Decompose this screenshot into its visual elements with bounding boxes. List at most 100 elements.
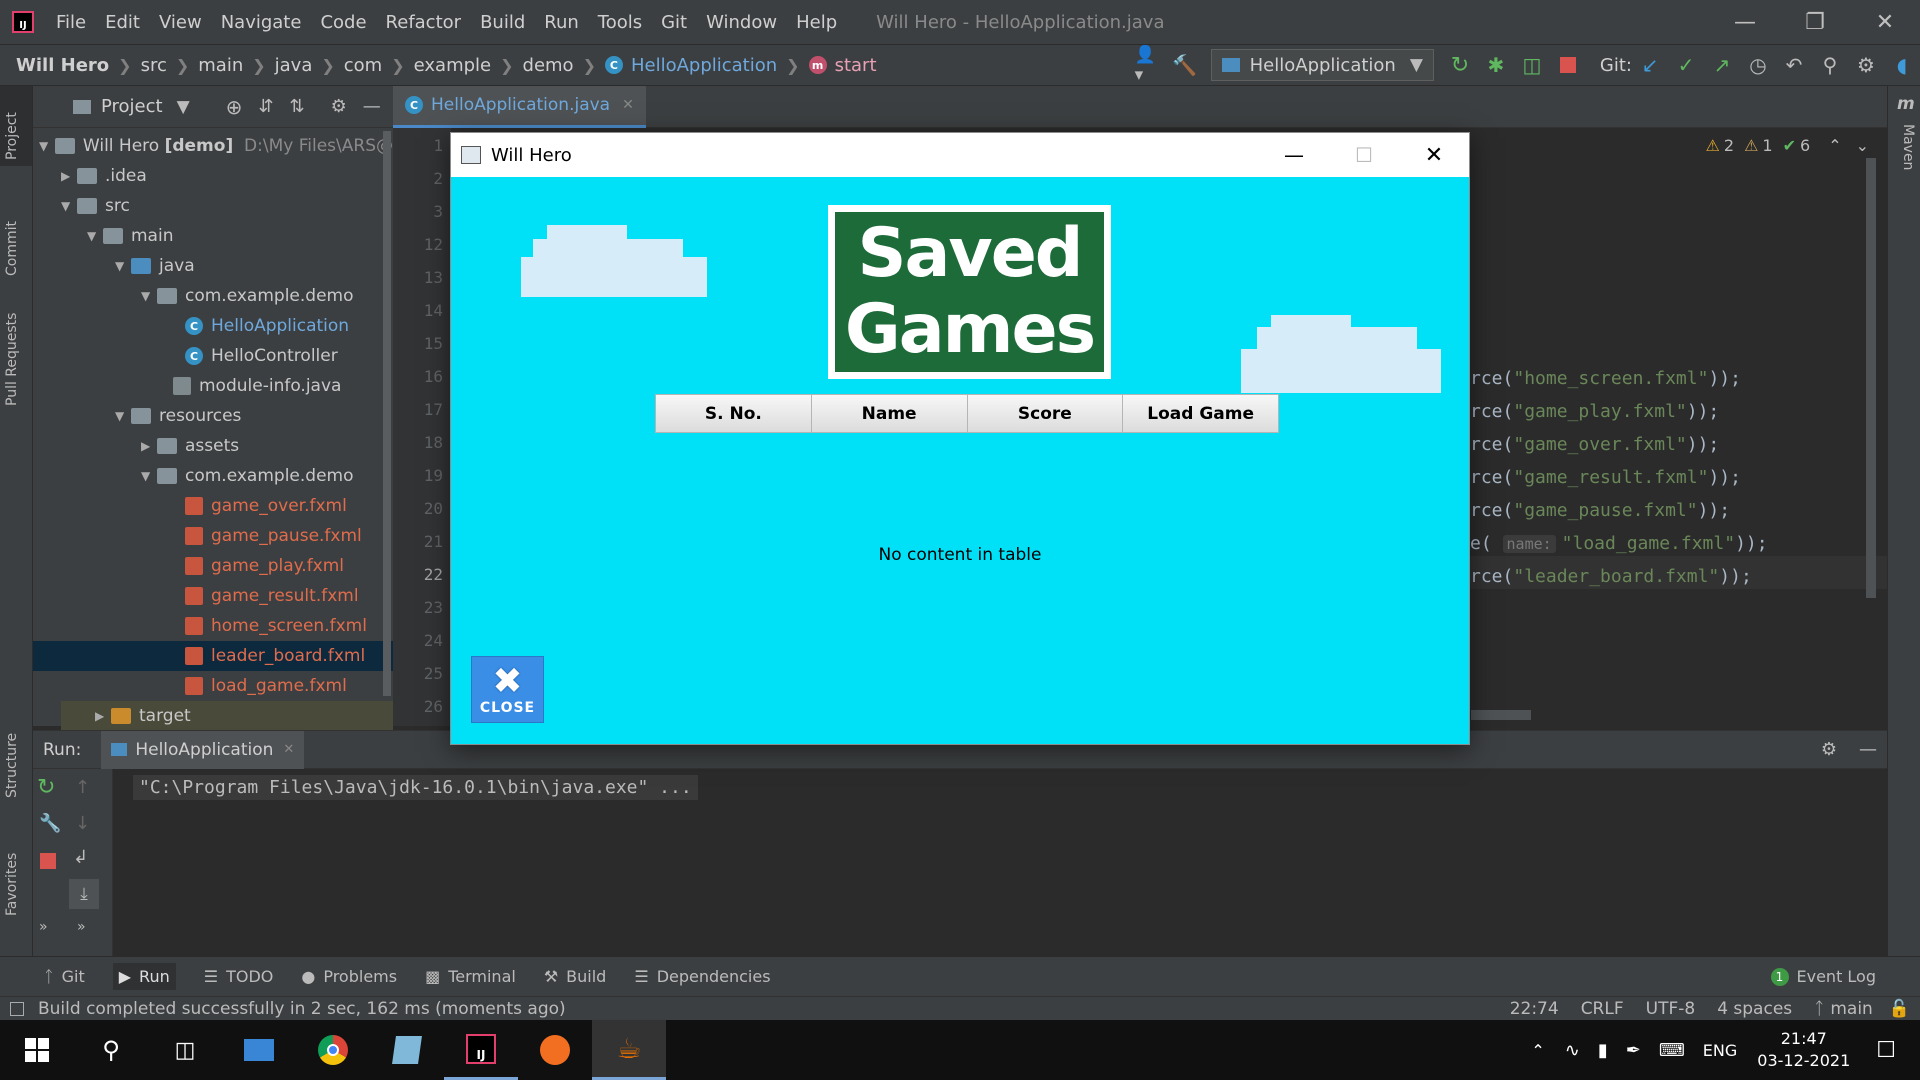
tree-item-hellocontroller[interactable]: C HelloController xyxy=(185,341,338,371)
menu-git[interactable]: Git xyxy=(661,12,687,33)
git-branch[interactable]: main xyxy=(1830,999,1872,1019)
tree-item-main[interactable]: ▼ main xyxy=(87,221,173,251)
tree-item-fxml[interactable]: home_screen.fxml xyxy=(185,611,367,641)
tree-item-module-info[interactable]: module-info.java xyxy=(173,371,341,401)
coverage-icon[interactable]: ◫ xyxy=(1518,51,1546,79)
chevron-down-icon[interactable]: ▼ xyxy=(177,97,190,117)
keyboard-icon[interactable]: ⌨ xyxy=(1659,1040,1685,1061)
battery-icon[interactable]: ▮ xyxy=(1598,1040,1608,1061)
input-language[interactable]: ENG xyxy=(1703,1041,1737,1060)
clock[interactable]: 21:47 03-12-2021 xyxy=(1757,1028,1850,1072)
chevron-down-icon[interactable]: ⌄ xyxy=(1856,136,1869,155)
rollback-icon[interactable]: ↶ xyxy=(1780,51,1808,79)
settings-gear-icon[interactable]: ⚙ xyxy=(1852,51,1880,79)
file-encoding[interactable]: UTF-8 xyxy=(1646,999,1696,1019)
breadcrumb-class[interactable]: HelloApplication xyxy=(631,55,777,76)
locate-icon[interactable]: ⊕ xyxy=(226,95,243,119)
menu-tools[interactable]: Tools xyxy=(598,12,642,33)
column-load-game[interactable]: Load Game xyxy=(1123,395,1278,432)
tree-item-helloapplication[interactable]: C HelloApplication xyxy=(185,311,349,341)
history-clock-icon[interactable]: ◷ xyxy=(1744,51,1772,79)
tree-item-res-package[interactable]: ▼ com.example.demo xyxy=(141,461,354,491)
plugin-icon[interactable]: ◖ xyxy=(1888,51,1916,79)
close-button[interactable]: ✖ CLOSE xyxy=(471,656,544,723)
soft-wrap-icon[interactable]: ↲ xyxy=(73,847,88,868)
settings-gear-icon[interactable]: ⚙ xyxy=(1821,739,1837,760)
stop-icon[interactable] xyxy=(40,853,56,869)
tree-item-target[interactable]: ▶ target xyxy=(61,701,393,731)
search-icon[interactable]: ⚲ xyxy=(1816,51,1844,79)
tree-item-fxml-selected[interactable]: leader_board.fxml xyxy=(33,641,393,671)
lock-icon[interactable]: 🔓 xyxy=(1889,999,1910,1019)
user-icon[interactable]: 👤▾ xyxy=(1135,45,1163,85)
menu-help[interactable]: Help xyxy=(796,12,837,33)
tool-tab-maven[interactable]: Maven xyxy=(1900,124,1916,170)
menu-code[interactable]: Code xyxy=(320,12,366,33)
settings-gear-icon[interactable]: ⚙ xyxy=(331,96,347,117)
minimize-icon[interactable]: — xyxy=(1710,10,1780,35)
tree-item-idea[interactable]: ▶ . idea xyxy=(61,161,147,191)
tool-problems[interactable]: ● Problems xyxy=(301,967,397,986)
tree-item-fxml[interactable]: game_result.fxml xyxy=(185,581,359,611)
project-panel-title[interactable]: Project xyxy=(101,96,163,117)
scrollbar[interactable] xyxy=(1866,158,1876,598)
editor-tab-helloapplication[interactable]: C HelloApplication.java ✕ xyxy=(393,85,646,128)
expand-all-icon[interactable]: ⇵ xyxy=(258,96,273,117)
close-tab-icon[interactable]: ✕ xyxy=(283,742,294,757)
build-hammer-icon[interactable]: 🔨 xyxy=(1171,51,1199,79)
inspection-widget[interactable]: ⚠ 2 ⚠ 1 ✔ 6 ⌃ ⌄ xyxy=(1706,136,1869,155)
column-score[interactable]: Score xyxy=(968,395,1124,432)
hide-panel-icon[interactable]: — xyxy=(1859,739,1877,760)
event-log-button[interactable]: 1 Event Log xyxy=(1770,967,1876,986)
tree-item-fxml[interactable]: load_game.fxml xyxy=(185,671,347,701)
tree-item-assets[interactable]: ▶ assets xyxy=(141,431,239,461)
chevron-up-icon[interactable]: ⌃ xyxy=(1828,136,1841,155)
tool-git[interactable]: ᛏ Git xyxy=(44,967,85,986)
tree-item-src[interactable]: ▼ src xyxy=(61,191,130,221)
breadcrumb-example[interactable]: example xyxy=(414,55,491,76)
breadcrumb-main[interactable]: main xyxy=(198,55,243,76)
caret-position[interactable]: 22:74 xyxy=(1510,999,1559,1019)
menu-navigate[interactable]: Navigate xyxy=(221,12,302,33)
tree-item-resources[interactable]: ▼ resources xyxy=(115,401,241,431)
rerun-icon[interactable]: ↻ xyxy=(1446,51,1474,79)
tree-item-fxml[interactable]: game_over.fxml xyxy=(185,491,347,521)
close-icon[interactable]: ✕ xyxy=(1850,10,1920,35)
start-button[interactable] xyxy=(0,1020,74,1080)
more-icon[interactable]: » xyxy=(39,919,48,935)
will-hero-titlebar[interactable]: Will Hero — ☐ ✕ xyxy=(451,133,1469,177)
line-separator[interactable]: CRLF xyxy=(1581,999,1624,1019)
menu-edit[interactable]: Edit xyxy=(105,12,140,33)
tool-todo[interactable]: ☰ TODO xyxy=(204,967,274,986)
tool-tab-favorites[interactable]: Favorites xyxy=(4,853,20,916)
column-name[interactable]: Name xyxy=(812,395,968,432)
console-output[interactable]: "C:\Program Files\Java\jdk-16.0.1\bin\ja… xyxy=(133,775,698,800)
scroll-down-icon[interactable]: ↓ xyxy=(75,813,90,834)
tool-run[interactable]: ▶ Run xyxy=(112,963,176,990)
tree-item-fxml[interactable]: game_pause.fxml xyxy=(185,521,362,551)
git-push-icon[interactable]: ↗ xyxy=(1708,51,1736,79)
tool-tab-pull-requests[interactable]: Pull Requests xyxy=(4,313,20,406)
tree-item-java[interactable]: ▼ java xyxy=(115,251,195,281)
breadcrumb-method[interactable]: start xyxy=(835,55,877,76)
wrench-icon[interactable]: 🔧 xyxy=(39,813,61,834)
run-config-select[interactable]: HelloApplication ▼ xyxy=(1210,49,1434,81)
minimize-icon[interactable]: — xyxy=(1259,143,1329,167)
taskbar-app-notes[interactable] xyxy=(370,1020,444,1080)
search-button[interactable]: ⚲ xyxy=(74,1020,148,1080)
scrollbar[interactable] xyxy=(383,131,391,696)
tree-item-package[interactable]: ▼ com.example.demo xyxy=(141,281,354,311)
hide-panel-icon[interactable]: — xyxy=(363,96,381,117)
breadcrumb-demo[interactable]: demo xyxy=(523,55,574,76)
more-icon[interactable]: » xyxy=(77,919,86,935)
column-sno[interactable]: S. No. xyxy=(656,395,812,432)
notification-icon[interactable]: ☐ xyxy=(1876,1038,1896,1063)
horizontal-scrollbar[interactable] xyxy=(1471,710,1531,720)
menu-file[interactable]: File xyxy=(56,12,86,33)
tree-item-fxml[interactable]: game_play.fxml xyxy=(185,551,344,581)
debug-bug-icon[interactable]: ✱ xyxy=(1482,51,1510,79)
task-view-button[interactable]: ◫ xyxy=(148,1020,222,1080)
restore-icon[interactable]: ❐ xyxy=(1780,10,1850,35)
taskbar-app-chrome[interactable] xyxy=(296,1020,370,1080)
run-tab[interactable]: HelloApplication ✕ xyxy=(101,730,305,769)
